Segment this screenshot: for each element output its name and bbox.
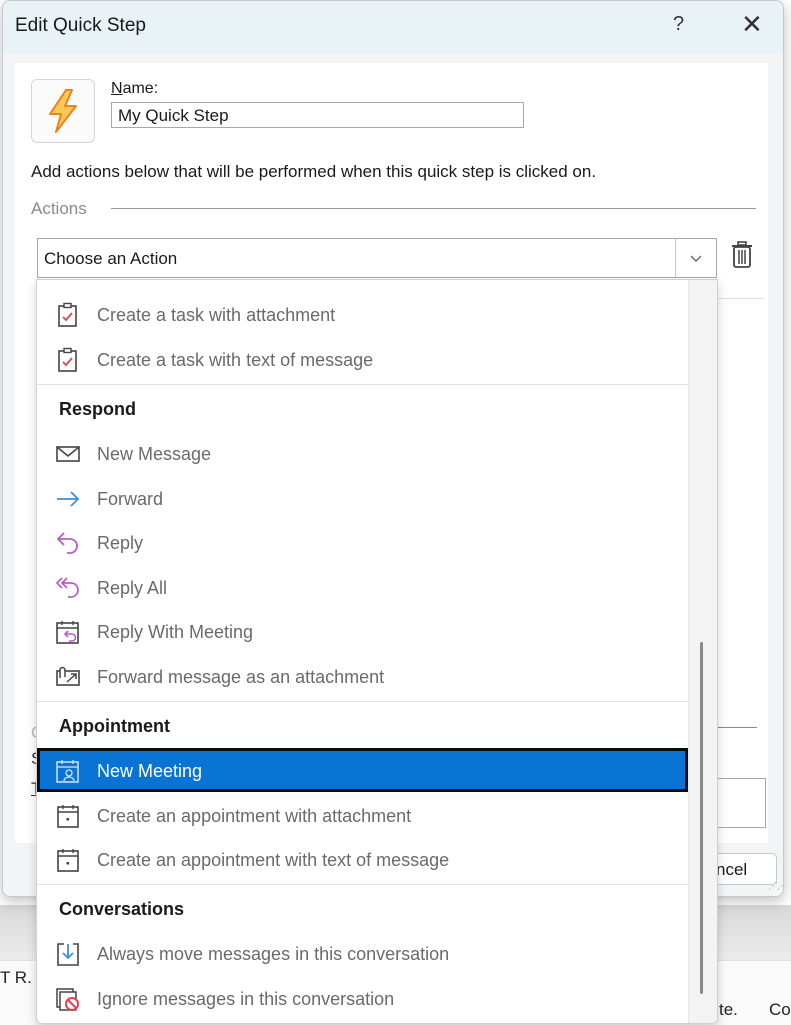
group-header-appointment: Appointment (59, 716, 170, 736)
option-forward[interactable]: Forward (37, 476, 688, 520)
combo-dropdown-button[interactable] (675, 239, 716, 277)
option-label: Reply All (97, 578, 168, 598)
name-label: Name: (111, 80, 158, 98)
group-separator (37, 384, 688, 385)
envelope-icon (56, 446, 80, 462)
option-new-message[interactable]: New Message (37, 431, 688, 475)
move-conversation-icon (57, 943, 79, 966)
group-separator (37, 701, 688, 702)
actions-divider (111, 208, 756, 209)
name-label-text: ame: (122, 80, 159, 97)
option-label: Create an appointment with attachment (97, 806, 412, 826)
option-label: Always move messages in this conversatio… (97, 944, 450, 964)
calendar-icon (57, 805, 79, 828)
background-text-left: T R. (0, 968, 32, 987)
option-label: Create an appointment with text of messa… (97, 850, 450, 870)
option-appointment-text[interactable]: Create an appointment with text of messa… (37, 837, 688, 881)
quick-step-icon-button[interactable] (31, 79, 95, 143)
option-label: Forward message as an attachment (97, 667, 385, 687)
option-label: New Meeting (97, 761, 203, 781)
option-ignore-conversation[interactable]: Ignore messages in this conversation (37, 976, 688, 1020)
option-create-task-text[interactable]: Create a task with text of message (37, 337, 688, 381)
option-create-task-attachment[interactable]: Create a task with attachment (37, 292, 688, 336)
resize-grip-icon[interactable]: ⋰⋰ (768, 881, 783, 892)
ignore-conversation-icon (56, 988, 79, 1011)
background-text-right-2: Co (769, 1000, 791, 1019)
actions-description: Add actions below that will be performed… (31, 162, 597, 181)
forward-arrow-icon (57, 491, 80, 507)
task-clipboard-icon (58, 347, 77, 372)
reply-meeting-icon (56, 621, 79, 644)
calendar-icon (57, 849, 79, 872)
group-separator (37, 884, 688, 885)
chevron-down-icon (690, 255, 702, 262)
option-reply[interactable]: Reply (37, 520, 688, 564)
actions-section-label: Actions (31, 199, 87, 218)
task-clipboard-icon (58, 302, 77, 327)
option-new-meeting[interactable]: New Meeting (37, 748, 688, 792)
lightning-bolt-icon (49, 89, 77, 133)
reply-icon (56, 532, 78, 554)
new-meeting-icon (56, 760, 79, 783)
name-access-key: N (111, 80, 123, 97)
reply-all-icon (55, 577, 79, 598)
dropdown-scrollbar-thumb[interactable] (700, 642, 703, 994)
option-label: Forward (97, 489, 164, 509)
option-label: Create a task with text of message (97, 350, 374, 370)
delete-action-button[interactable] (731, 241, 753, 274)
name-input[interactable]: My Quick Step (111, 102, 524, 128)
forward-attachment-icon (56, 666, 80, 686)
group-header-conversations: Conversations (59, 899, 185, 919)
help-button[interactable]: ? (673, 13, 684, 36)
action-dropdown-list: Create a task with attachment Create a t… (36, 279, 718, 1024)
option-label: Ignore messages in this conversation (97, 989, 395, 1009)
option-reply-all[interactable]: Reply All (37, 565, 688, 609)
option-appointment-attachment[interactable]: Create an appointment with attachment (37, 793, 688, 837)
group-header-respond: Respond (59, 399, 137, 419)
close-button[interactable]: ✕ (741, 9, 763, 40)
option-label: Reply (97, 533, 144, 553)
option-always-move-conversation[interactable]: Always move messages in this conversatio… (37, 931, 688, 975)
choose-action-combobox[interactable]: Choose an Action (37, 238, 717, 278)
option-label: New Message (97, 444, 212, 464)
trash-icon (732, 241, 752, 268)
combo-value: Choose an Action (44, 249, 178, 268)
dropdown-scrollbar[interactable] (688, 280, 717, 1023)
option-reply-with-meeting[interactable]: Reply With Meeting (37, 609, 688, 653)
option-label: Create a task with attachment (97, 305, 336, 325)
dialog-title: Edit Quick Step (15, 15, 146, 36)
option-label: Reply With Meeting (97, 622, 254, 642)
background-text-right-1: te. (719, 1000, 738, 1019)
dialog-titlebar: Edit Quick Step ? ✕ (3, 1, 783, 53)
option-forward-as-attachment[interactable]: Forward message as an attachment (37, 654, 688, 698)
